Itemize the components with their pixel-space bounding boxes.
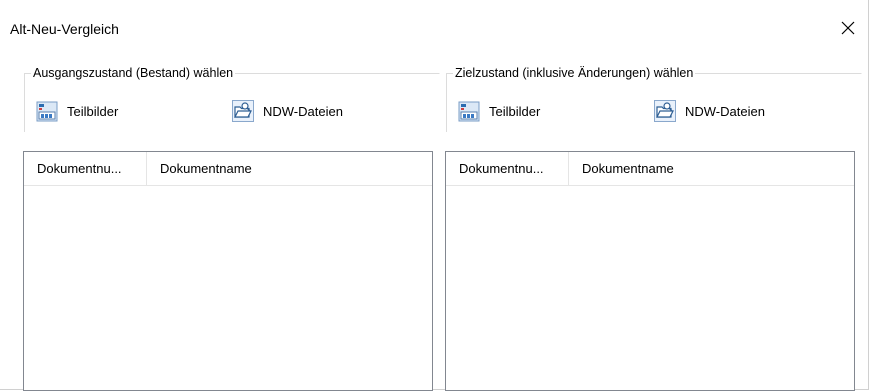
- source-state-legend: Ausgangszustand (Bestand) wählen: [31, 65, 236, 81]
- close-button[interactable]: [837, 17, 859, 39]
- target-ndw-button[interactable]: NDW-Dateien: [653, 97, 765, 125]
- target-teilbilder-button[interactable]: Teilbilder: [457, 97, 540, 125]
- column-header-dokumentname[interactable]: Dokumentname: [147, 152, 432, 185]
- close-icon: [841, 21, 855, 35]
- alt-neu-vergleich-dialog: Alt-Neu-Vergleich Ausgangszustand (Besta…: [0, 0, 869, 391]
- source-state-group: Ausgangszustand (Bestand) wählen Teilbil…: [24, 65, 440, 132]
- target-state-group: Zielzustand (inklusive Änderungen) wähle…: [446, 65, 862, 132]
- source-ndw-button[interactable]: NDW-Dateien: [231, 97, 343, 125]
- source-teilbilder-button[interactable]: Teilbilder: [35, 97, 118, 125]
- open-folder-icon: [654, 100, 676, 122]
- target-teilbilder-label: Teilbilder: [489, 103, 541, 119]
- dialog-title: Alt-Neu-Vergleich: [10, 21, 119, 37]
- source-document-list[interactable]: Dokumentnu... Dokumentname: [23, 151, 433, 391]
- target-state-legend: Zielzustand (inklusive Änderungen) wähle…: [453, 65, 696, 81]
- source-ndw-label: NDW-Dateien: [263, 103, 343, 119]
- column-header-dokumentnummer[interactable]: Dokumentnu...: [24, 152, 147, 185]
- source-teilbilder-label: Teilbilder: [67, 103, 119, 119]
- target-ndw-label: NDW-Dateien: [685, 103, 765, 119]
- target-list-header: Dokumentnu... Dokumentname: [446, 152, 854, 186]
- source-list-header: Dokumentnu... Dokumentname: [24, 152, 432, 186]
- target-document-list[interactable]: Dokumentnu... Dokumentname: [445, 151, 855, 391]
- layers-icon: [458, 101, 480, 122]
- column-header-dokumentname[interactable]: Dokumentname: [569, 152, 854, 185]
- open-folder-icon: [232, 100, 254, 122]
- layers-icon: [36, 101, 58, 122]
- column-header-dokumentnummer[interactable]: Dokumentnu...: [446, 152, 569, 185]
